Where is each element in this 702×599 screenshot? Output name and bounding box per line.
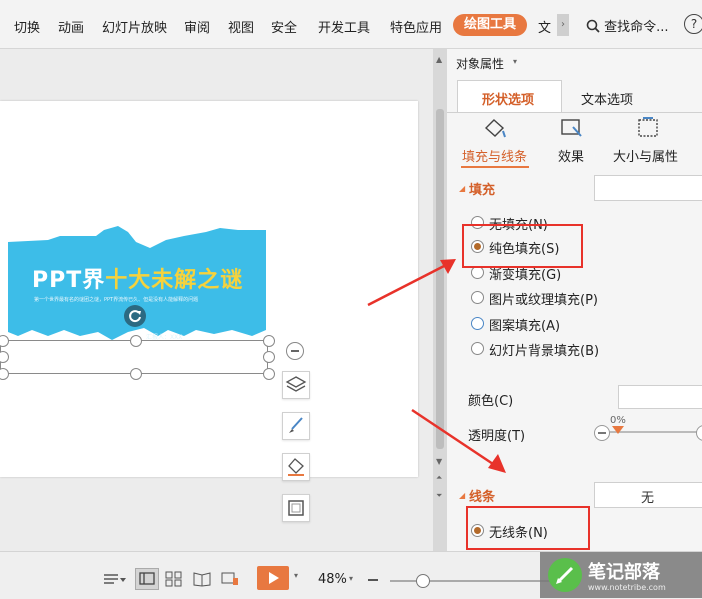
presenter-view-icon[interactable]: [221, 571, 239, 591]
play-slideshow-button[interactable]: [257, 566, 289, 590]
zoom-slider[interactable]: [390, 580, 550, 582]
zoom-out-icon[interactable]: [368, 579, 378, 581]
watermark-text: 笔记部落: [588, 562, 660, 583]
normal-view-icon[interactable]: [135, 568, 159, 590]
reading-view-icon[interactable]: [193, 571, 211, 591]
watermark-logo-icon: [548, 558, 582, 592]
watermark-url: www.notetribe.com: [588, 583, 666, 592]
zoom-slider-thumb[interactable]: [416, 574, 430, 588]
watermark-badge: 笔记部落 www.notetribe.com: [540, 552, 702, 598]
play-dropdown-icon[interactable]: ▾: [294, 571, 298, 580]
annotation-arrows: [367, 259, 506, 473]
zoom-value[interactable]: 48%: [318, 572, 347, 587]
zoom-dropdown-icon[interactable]: ▾: [349, 574, 353, 583]
slide-sorter-icon[interactable]: [165, 571, 183, 591]
notes-menu-icon[interactable]: [104, 572, 126, 591]
play-icon: [269, 572, 279, 584]
